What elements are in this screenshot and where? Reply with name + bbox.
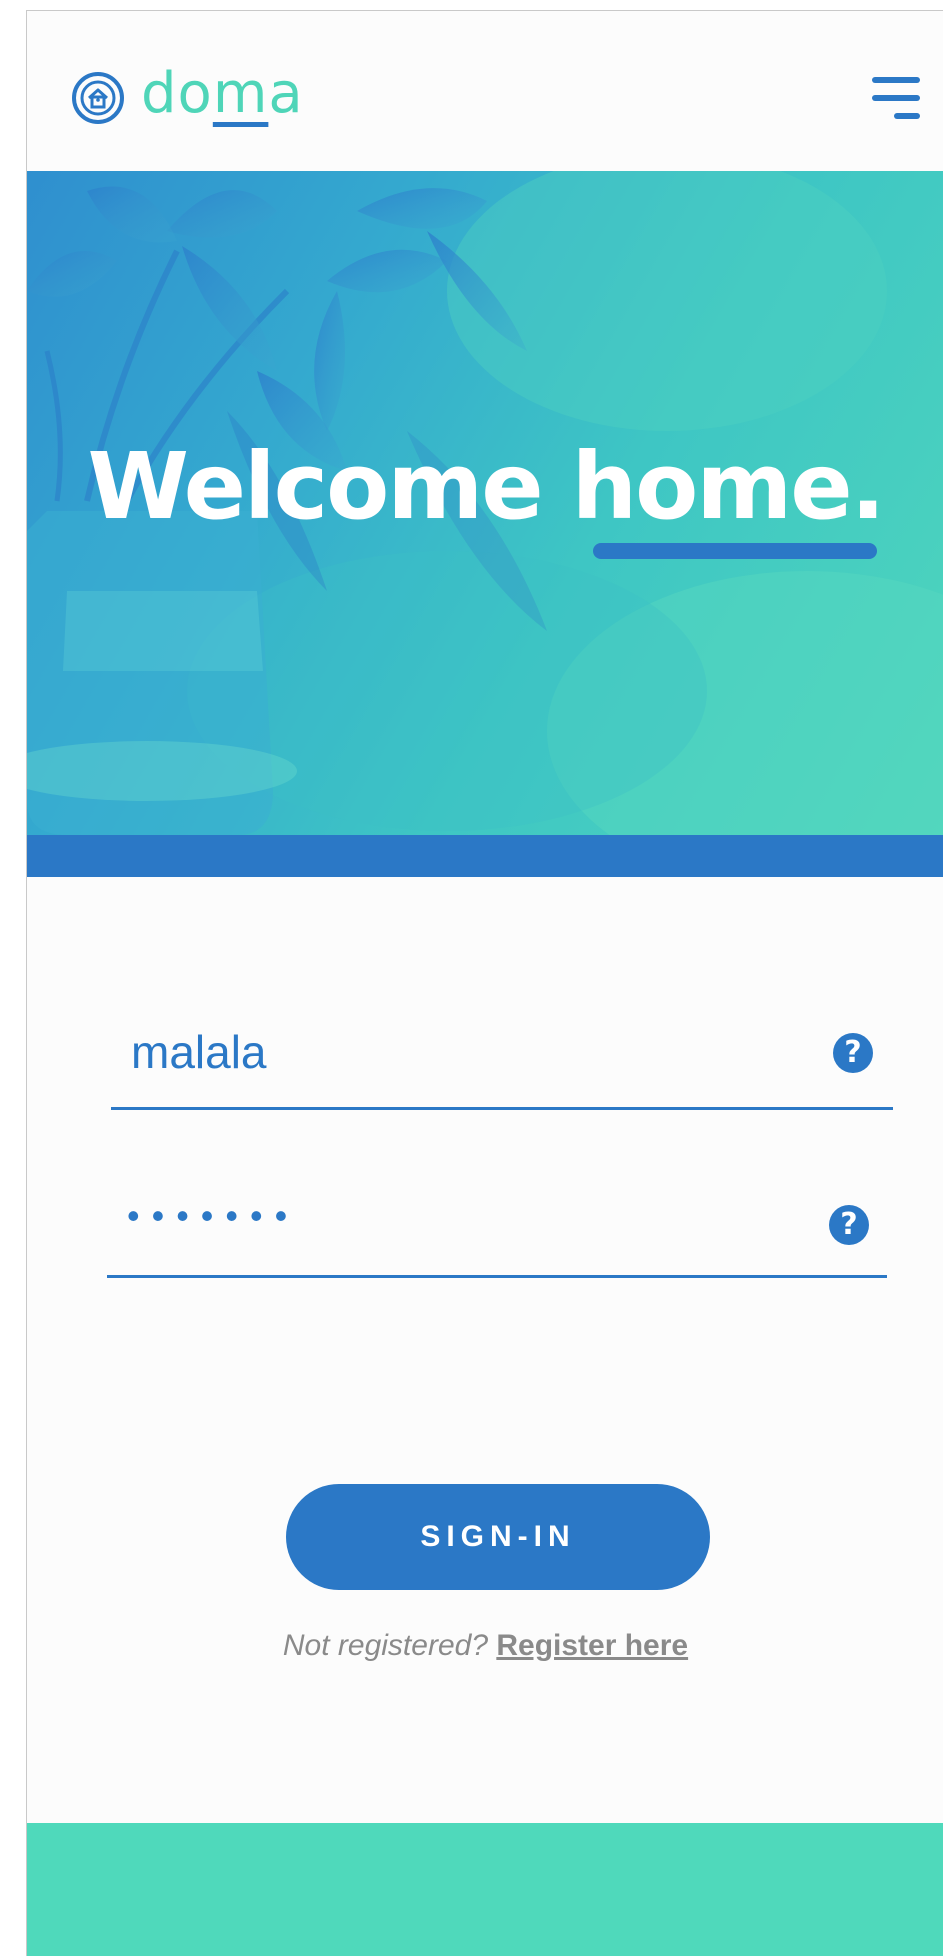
brand-logo[interactable]: doma	[71, 63, 304, 133]
register-prompt-line: Not registered? Register here	[27, 1629, 943, 1663]
footer-bar	[27, 1823, 943, 1956]
app-header: doma	[27, 11, 943, 171]
question-circle-icon[interactable]: ?	[829, 1205, 869, 1245]
hero-divider-bar	[27, 835, 943, 877]
sign-in-button[interactable]: SIGN-IN	[286, 1484, 710, 1590]
app-frame: doma Welcome home. malala ? ••••••• ? SI…	[26, 10, 943, 1956]
hero-banner: Welcome home.	[27, 171, 943, 835]
hero-title-emphasis: home.	[571, 433, 886, 540]
hamburger-menu-icon[interactable]	[866, 67, 920, 123]
password-input[interactable]: •••••••	[127, 1195, 299, 1237]
password-field[interactable]: ••••••• ?	[107, 1175, 887, 1278]
house-in-circle-icon	[72, 72, 124, 124]
hero-title: Welcome home.	[87, 433, 885, 540]
username-input[interactable]: malala	[131, 1025, 267, 1079]
username-field[interactable]: malala ?	[111, 1007, 893, 1110]
register-prompt-text: Not registered?	[282, 1629, 488, 1662]
hero-title-underline	[593, 543, 877, 559]
register-link[interactable]: Register here	[496, 1629, 688, 1662]
brand-name: doma	[141, 61, 304, 126]
question-circle-icon[interactable]: ?	[833, 1033, 873, 1073]
